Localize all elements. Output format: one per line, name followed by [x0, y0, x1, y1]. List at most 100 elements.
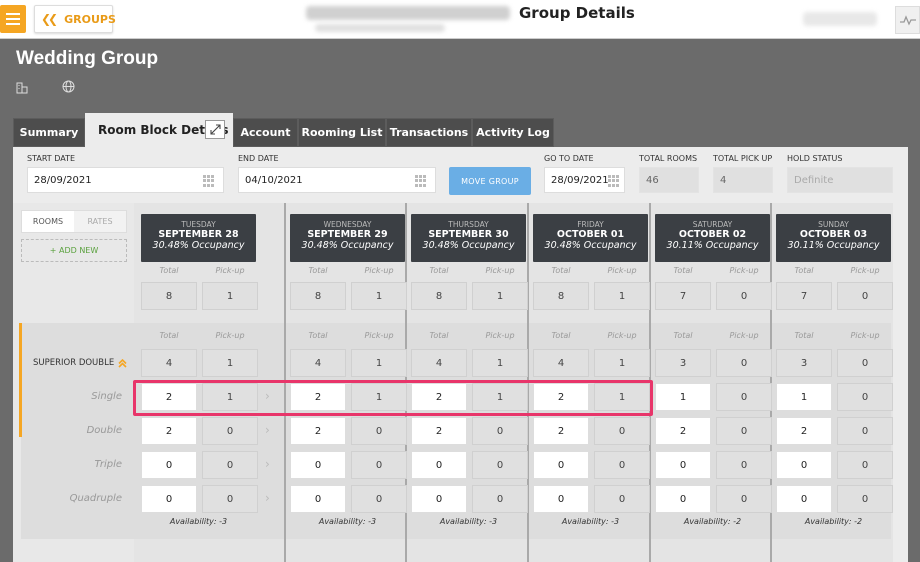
collapse-chevron-icon[interactable]	[118, 358, 127, 368]
availability-text: Availability: -3	[439, 517, 498, 526]
triple-total-input[interactable]: 0	[141, 451, 197, 479]
room-total-value: 4	[141, 349, 197, 377]
calendar-icon[interactable]	[415, 175, 427, 187]
quadruple-total-input[interactable]: 0	[533, 485, 589, 513]
availability-text: Availability: -3	[318, 517, 377, 526]
building-icon[interactable]	[16, 79, 28, 98]
single-pickup-value: 0	[837, 383, 893, 411]
back-to-groups-button[interactable]: ❮❮ GROUPS	[34, 5, 116, 33]
day-header[interactable]: THURSDAY SEPTEMBER 30 30.48% Occupancy	[411, 214, 526, 262]
total-label: Total	[551, 331, 571, 340]
day-header[interactable]: SUNDAY OCTOBER 03 30.11% Occupancy	[776, 214, 891, 262]
quadruple-total-input[interactable]: 0	[141, 485, 197, 513]
double-total-input[interactable]: 2	[776, 417, 832, 445]
expand-button[interactable]	[205, 120, 225, 139]
day-total-value: 7	[655, 282, 711, 310]
row-label-single: Single	[91, 391, 122, 402]
quadruple-pickup-value: 0	[594, 485, 650, 513]
day-occupancy: 30.48% Occupancy	[301, 240, 394, 251]
go-to-date-input[interactable]: 28/09/2021	[544, 167, 625, 193]
triple-total-input[interactable]: 0	[290, 451, 346, 479]
day-header[interactable]: WEDNESDAY SEPTEMBER 29 30.48% Occupancy	[290, 214, 405, 262]
groups-label: GROUPS	[64, 12, 116, 26]
single-total-input[interactable]: 1	[655, 383, 711, 411]
pickup-label: Pick-up	[729, 266, 759, 275]
day-occupancy: 30.11% Occupancy	[787, 240, 880, 251]
tab-activity-log[interactable]: Activity Log	[472, 118, 554, 147]
globe-icon[interactable]	[62, 78, 75, 97]
start-date-label: START DATE	[27, 154, 76, 163]
tab-account[interactable]: Account	[233, 118, 298, 147]
day-date: SEPTEMBER 28	[158, 229, 239, 240]
day-total-value: 8	[411, 282, 467, 310]
day-date: OCTOBER 02	[678, 229, 747, 240]
pickup-label: Pick-up	[364, 331, 394, 340]
day-header[interactable]: TUESDAY SEPTEMBER 28 30.48% Occupancy	[141, 214, 256, 262]
room-type-name[interactable]: SUPERIOR DOUBLE	[33, 358, 127, 368]
room-total-value: 4	[411, 349, 467, 377]
pickup-label: Pick-up	[215, 331, 245, 340]
pickup-label: Pick-up	[850, 331, 880, 340]
quadruple-pickup-value: 0	[472, 485, 528, 513]
tab-summary[interactable]: Summary	[13, 118, 85, 147]
double-total-input[interactable]: 2	[290, 417, 346, 445]
total-rooms-label: TOTAL ROOMS	[639, 154, 698, 163]
quadruple-total-input[interactable]: 0	[776, 485, 832, 513]
day-date: SEPTEMBER 29	[307, 229, 388, 240]
room-total-value: 4	[290, 349, 346, 377]
pickup-label: Pick-up	[850, 266, 880, 275]
go-to-date-label: GO TO DATE	[544, 154, 594, 163]
double-total-input[interactable]: 2	[655, 417, 711, 445]
double-pickup-value: 0	[351, 417, 407, 445]
start-date-value: 28/09/2021	[34, 174, 92, 186]
activity-button[interactable]	[895, 6, 920, 34]
tab-rooming-list[interactable]: Rooming List	[298, 118, 386, 147]
triple-pickup-value: 0	[351, 451, 407, 479]
single-total-input[interactable]: 1	[776, 383, 832, 411]
pickup-label: Pick-up	[485, 266, 515, 275]
triple-total-input[interactable]: 0	[411, 451, 467, 479]
triple-total-input[interactable]: 0	[776, 451, 832, 479]
row-label-triple: Triple	[94, 459, 123, 470]
double-total-input[interactable]: 2	[533, 417, 589, 445]
rates-toggle-button[interactable]: RATES	[74, 211, 126, 232]
room-pickup-value: 1	[594, 349, 650, 377]
day-weekday: WEDNESDAY	[323, 220, 372, 229]
pickup-label: Pick-up	[485, 331, 515, 340]
move-group-button[interactable]: MOVE GROUP	[449, 167, 531, 195]
chevron-right-icon[interactable]: ›	[265, 491, 270, 505]
total-label: Total	[429, 331, 449, 340]
double-pickup-value: 0	[594, 417, 650, 445]
calendar-icon[interactable]	[203, 175, 215, 187]
tab-transactions[interactable]: Transactions	[386, 118, 472, 147]
quadruple-pickup-value: 0	[351, 485, 407, 513]
chevron-right-icon[interactable]: ›	[265, 423, 270, 437]
chevron-right-icon[interactable]: ›	[265, 457, 270, 471]
menu-button[interactable]	[0, 5, 26, 33]
calendar-icon[interactable]	[608, 175, 620, 187]
triple-pickup-value: 0	[202, 451, 258, 479]
end-date-input[interactable]: 04/10/2021	[238, 167, 436, 193]
quadruple-total-input[interactable]: 0	[290, 485, 346, 513]
double-pickup-value: 0	[472, 417, 528, 445]
start-date-input[interactable]: 28/09/2021	[27, 167, 224, 193]
day-pickup-value: 0	[716, 282, 772, 310]
triple-pickup-value: 0	[716, 451, 772, 479]
quadruple-total-input[interactable]: 0	[411, 485, 467, 513]
rooms-toggle-button[interactable]: ROOMS	[22, 211, 74, 232]
total-pickup-value: 4	[713, 167, 773, 193]
availability-text: Availability: -3	[169, 517, 228, 526]
day-weekday: THURSDAY	[448, 220, 489, 229]
total-label: Total	[551, 266, 571, 275]
double-total-input[interactable]: 2	[141, 417, 197, 445]
total-label: Total	[308, 266, 328, 275]
total-label: Total	[794, 331, 814, 340]
quadruple-total-input[interactable]: 0	[655, 485, 711, 513]
room-pickup-value: 0	[716, 349, 772, 377]
day-header[interactable]: FRIDAY OCTOBER 01 30.48% Occupancy	[533, 214, 648, 262]
day-header[interactable]: SATURDAY OCTOBER 02 30.11% Occupancy	[655, 214, 770, 262]
triple-total-input[interactable]: 0	[533, 451, 589, 479]
add-new-button[interactable]: + ADD NEW	[21, 239, 127, 262]
double-total-input[interactable]: 2	[411, 417, 467, 445]
triple-total-input[interactable]: 0	[655, 451, 711, 479]
